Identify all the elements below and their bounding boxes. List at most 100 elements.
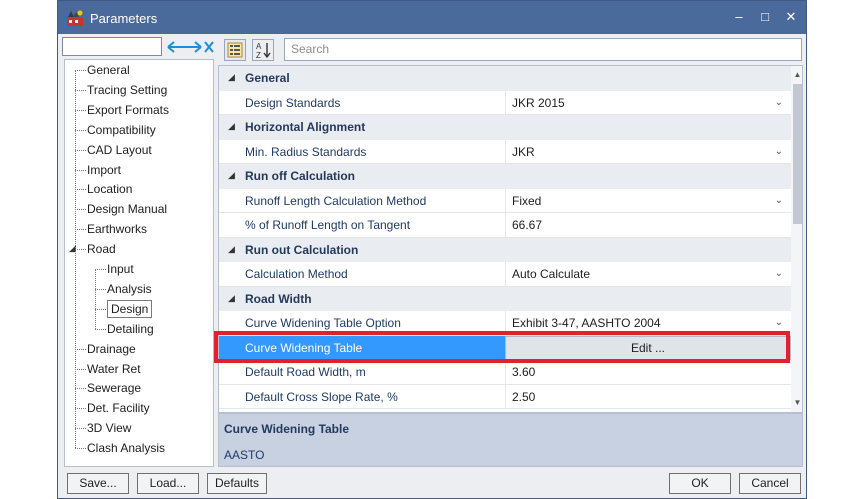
- property-name: Runoff Length Calculation Method: [245, 193, 427, 208]
- category-row[interactable]: ◢ Horizontal Alignment: [219, 115, 791, 140]
- tree-connector: [75, 229, 86, 231]
- collapse-triangle-icon[interactable]: ◢: [228, 293, 235, 304]
- category-label: General: [245, 71, 290, 85]
- property-row[interactable]: Calculation Method Auto Calculate ⌄: [219, 262, 791, 287]
- tree-connector: [75, 408, 86, 410]
- sort-az-icon: A Z: [256, 42, 271, 60]
- property-row[interactable]: Design Standards JKR 2015 ⌄: [219, 90, 791, 115]
- tree-item-location[interactable]: Location: [87, 180, 132, 198]
- tree-connector: [75, 209, 86, 211]
- category-row[interactable]: ◢ General: [219, 66, 791, 91]
- collapse-triangle-icon[interactable]: ◢: [228, 121, 235, 132]
- property-value-text: JKR 2015: [512, 95, 565, 110]
- category-label: Horizontal Alignment: [245, 120, 366, 134]
- chevron-down-icon[interactable]: ⌄: [775, 262, 783, 286]
- tree-item-detailing[interactable]: Detailing: [107, 320, 154, 338]
- property-value-text: Fixed: [512, 193, 542, 208]
- chevron-down-icon[interactable]: ⌄: [775, 189, 783, 213]
- property-row[interactable]: % of Runoff Length on Tangent 66.67: [219, 213, 791, 238]
- tree-item-export-formats[interactable]: Export Formats: [87, 101, 169, 119]
- property-name: Default Road Width, m: [245, 365, 366, 379]
- tree-item-3d-view[interactable]: 3D View: [87, 419, 131, 437]
- settings-tree: General Tracing Setting Export Formats Comp…: [64, 59, 214, 467]
- alphabetical-button[interactable]: A Z: [252, 39, 274, 61]
- category-label: Run off Calculation: [245, 169, 355, 183]
- collapse-triangle-icon[interactable]: ◢: [228, 244, 235, 255]
- tree-item-earthworks[interactable]: Earthworks: [87, 220, 147, 238]
- ok-button[interactable]: OK: [669, 473, 731, 494]
- property-value-text: 66.67: [512, 218, 543, 232]
- scroll-down-icon[interactable]: ▼: [791, 396, 802, 410]
- property-value-input[interactable]: 66.67: [505, 213, 791, 238]
- defaults-button[interactable]: Defaults: [207, 473, 267, 494]
- property-value-dropdown[interactable]: JKR 2015 ⌄: [505, 90, 791, 115]
- tree-connector: [75, 109, 86, 111]
- property-value-dropdown[interactable]: JKR ⌄: [505, 139, 791, 164]
- collapse-expand-arrow-icon[interactable]: [165, 37, 215, 57]
- tree-item-det-facility[interactable]: Det. Facility: [87, 399, 150, 417]
- collapse-triangle-icon[interactable]: ◢: [228, 170, 235, 181]
- tree-trunk-line: [75, 70, 76, 449]
- tree-filter-input[interactable]: [62, 37, 162, 56]
- tree-connector: [95, 288, 106, 290]
- maximize-button[interactable]: □: [754, 7, 776, 27]
- grid-scrollbar[interactable]: ▲ ▼: [791, 66, 802, 412]
- tree-item-clash-analysis[interactable]: Clash Analysis: [87, 439, 165, 457]
- collapse-triangle-icon[interactable]: ◢: [228, 72, 235, 83]
- description-panel: Curve Widening Table AASTO: [218, 413, 803, 467]
- property-row[interactable]: Default Cross Slope Rate, % 2.50: [219, 384, 791, 409]
- tree-item-design[interactable]: Design: [107, 299, 153, 318]
- property-name: Design Standards: [245, 95, 341, 110]
- tree-item-input[interactable]: Input: [107, 260, 134, 278]
- tree-connector: [75, 448, 86, 450]
- minimize-button[interactable]: –: [728, 7, 750, 27]
- tree-item-compatibility[interactable]: Compatibility: [87, 121, 156, 139]
- load-button[interactable]: Load...: [137, 473, 199, 494]
- property-value-text: 3.60: [512, 365, 536, 379]
- chevron-down-icon[interactable]: ⌄: [775, 140, 783, 164]
- tree-connector: [75, 70, 86, 71]
- scroll-up-icon[interactable]: ▲: [791, 68, 802, 82]
- property-value-input[interactable]: 2.50: [505, 384, 791, 409]
- category-row[interactable]: ◢ Road Width: [219, 286, 791, 311]
- tree-connector: [75, 249, 86, 251]
- description-title: Curve Widening Table: [224, 422, 350, 436]
- category-row[interactable]: ◢ Run out Calculation: [219, 237, 791, 262]
- tree-item-design-manual[interactable]: Design Manual: [87, 200, 167, 218]
- save-button[interactable]: Save...: [67, 473, 129, 494]
- parameters-window: Parameters – □ ✕ General Tracing Setting E…: [57, 0, 807, 499]
- category-row[interactable]: ◢ Run off Calculation: [219, 164, 791, 189]
- tree-item-water-ret[interactable]: Water Ret: [87, 360, 141, 378]
- categorized-button[interactable]: [224, 39, 246, 61]
- category-label: Road Width: [245, 291, 312, 306]
- property-value-input[interactable]: 3.60: [505, 360, 791, 385]
- description-text: AASTO: [224, 448, 265, 462]
- tree-branch-line: [95, 269, 96, 329]
- property-value-dropdown[interactable]: Auto Calculate ⌄: [505, 262, 791, 287]
- tree-item-import[interactable]: Import: [87, 161, 121, 179]
- close-button[interactable]: ✕: [780, 7, 802, 27]
- property-row[interactable]: Runoff Length Calculation Method Fixed ⌄: [219, 188, 791, 213]
- cancel-button[interactable]: Cancel: [739, 473, 801, 494]
- tree-item-analysis[interactable]: Analysis: [107, 280, 152, 298]
- tree-connector: [75, 189, 86, 191]
- property-row[interactable]: Default Road Width, m 3.60: [219, 360, 791, 385]
- title-bar[interactable]: Parameters – □ ✕: [58, 1, 806, 34]
- chevron-down-icon[interactable]: ⌄: [775, 91, 783, 115]
- tree-item-tracing-setting[interactable]: Tracing Setting: [87, 81, 167, 99]
- app-icon: [67, 10, 83, 26]
- tree-connector: [75, 368, 86, 370]
- tree-item-sewerage[interactable]: Sewerage: [87, 379, 141, 397]
- property-value-text: JKR: [512, 144, 535, 159]
- tree-item-road[interactable]: Road: [87, 240, 116, 258]
- property-toolbar: A Z Search: [218, 37, 803, 63]
- property-search-input[interactable]: Search: [284, 38, 802, 61]
- tree-item-drainage[interactable]: Drainage: [87, 340, 136, 358]
- tree-connector: [95, 269, 106, 270]
- property-value-text: Auto Calculate: [512, 267, 591, 281]
- property-value-dropdown[interactable]: Fixed ⌄: [505, 188, 791, 213]
- scroll-thumb[interactable]: [793, 84, 802, 224]
- tree-item-general[interactable]: General: [87, 61, 130, 79]
- property-row[interactable]: Min. Radius Standards JKR ⌄: [219, 139, 791, 164]
- tree-item-cad-layout[interactable]: CAD Layout: [87, 141, 152, 159]
